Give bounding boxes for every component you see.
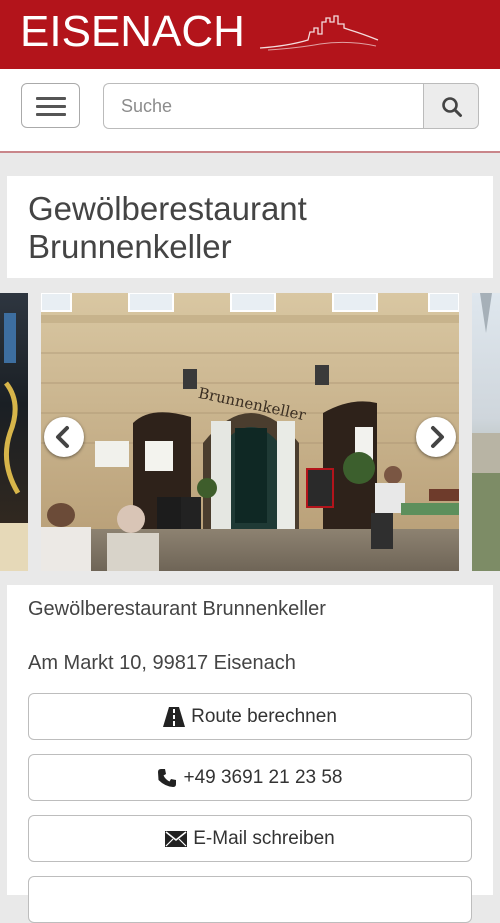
carousel-current-slide[interactable]: Brunnenkeller bbox=[41, 293, 459, 571]
restaurant-photo: Brunnenkeller bbox=[41, 293, 459, 571]
carousel-next-button[interactable] bbox=[416, 417, 456, 457]
info-card: Gewölberestaurant Brunnenkeller Am Markt… bbox=[7, 585, 493, 923]
email-button[interactable]: E-Mail schreiben bbox=[28, 815, 472, 862]
slide-image bbox=[0, 313, 28, 571]
carousel-prev-button[interactable] bbox=[44, 417, 84, 457]
search-icon bbox=[442, 97, 462, 117]
restaurant-address: Am Markt 10, 99817 Eisenach bbox=[28, 652, 296, 674]
hamburger-icon bbox=[36, 97, 66, 100]
chevron-right-icon bbox=[431, 426, 444, 448]
route-button[interactable]: Route berechnen bbox=[28, 693, 472, 740]
road-icon bbox=[163, 706, 186, 727]
image-carousel[interactable]: Brunnenkeller bbox=[0, 293, 500, 571]
phone-button-label: +49 3691 21 23 58 bbox=[183, 766, 343, 788]
carousel-next-slide[interactable] bbox=[472, 293, 500, 571]
page-title: Gewölberestaurant Brunnenkeller bbox=[28, 190, 307, 265]
search-button[interactable] bbox=[423, 83, 479, 129]
chevron-left-icon bbox=[56, 426, 69, 448]
title-card: Gewölberestaurant Brunnenkeller bbox=[7, 176, 493, 278]
more-button[interactable] bbox=[28, 876, 472, 923]
site-logo-text[interactable]: EISENACH bbox=[20, 4, 245, 60]
site-header: EISENACH bbox=[0, 0, 500, 69]
envelope-icon bbox=[165, 830, 188, 847]
toolbar bbox=[0, 69, 500, 153]
search-input[interactable] bbox=[103, 83, 424, 129]
menu-toggle-button[interactable] bbox=[21, 83, 80, 128]
phone-icon bbox=[158, 768, 177, 787]
castle-logo-icon bbox=[259, 15, 379, 51]
carousel-prev-slide[interactable] bbox=[0, 293, 28, 571]
phone-button[interactable]: +49 3691 21 23 58 bbox=[28, 754, 472, 801]
slide-image bbox=[472, 293, 500, 571]
email-button-label: E-Mail schreiben bbox=[193, 827, 335, 849]
route-button-label: Route berechnen bbox=[191, 705, 337, 727]
restaurant-name: Gewölberestaurant Brunnenkeller bbox=[28, 598, 326, 620]
